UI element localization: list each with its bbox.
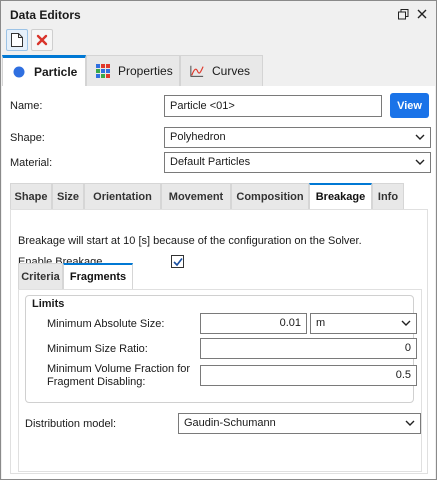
view-button[interactable]: View: [390, 93, 429, 118]
unit-select-value: m: [316, 317, 326, 329]
delete-x-icon: [36, 34, 48, 46]
chevron-down-icon: [415, 134, 425, 140]
tab-curves-label: Curves: [212, 64, 251, 78]
min-size-ratio-input[interactable]: 0: [200, 338, 417, 359]
checkmark-icon: [172, 257, 183, 266]
particle-dot-icon: [12, 65, 26, 79]
shape-select[interactable]: Polyhedron: [164, 127, 431, 148]
delete-button[interactable]: [31, 29, 53, 51]
tab-size[interactable]: Size: [52, 183, 84, 209]
chevron-down-icon: [401, 320, 411, 326]
particle-panel: Name: Particle <01> View Shape: Polyhedr…: [2, 86, 435, 479]
new-document-icon: [11, 33, 23, 47]
limits-title: Limits: [32, 298, 65, 310]
window-title: Data Editors: [10, 8, 81, 22]
min-abs-size-unit-select[interactable]: m: [310, 313, 417, 334]
curve-chart-icon: [190, 64, 204, 78]
shape-select-value: Polyhedron: [170, 131, 226, 143]
restore-icon[interactable]: [396, 7, 410, 21]
tab-orientation[interactable]: Orientation: [84, 183, 161, 209]
min-size-ratio-label: Minimum Size Ratio:: [47, 343, 148, 355]
tab-properties[interactable]: Properties: [86, 55, 180, 86]
toolbar: [1, 29, 436, 53]
tab-fragments[interactable]: Fragments: [63, 263, 133, 289]
min-vol-frac-label-line1: Minimum Volume Fraction for: [47, 363, 191, 375]
tab-movement[interactable]: Movement: [161, 183, 231, 209]
limits-group: Limits Minimum Absolute Size: 0.01 m Min…: [25, 295, 417, 403]
tab-particle-label: Particle: [34, 65, 78, 79]
material-label: Material:: [10, 157, 53, 169]
distribution-model-value: Gaudin-Schumann: [184, 417, 276, 429]
close-icon[interactable]: [415, 7, 429, 21]
fragments-panel: Limits Minimum Absolute Size: 0.01 m Min…: [18, 289, 422, 472]
tab-properties-label: Properties: [118, 64, 173, 78]
breakage-panel: Breakage will start at 10 [s] because of…: [10, 209, 428, 474]
data-editors-window: Data Editors Particle Properties Curves …: [0, 0, 437, 480]
min-vol-frac-input[interactable]: 0.5: [200, 365, 417, 386]
tab-info[interactable]: Info: [372, 183, 404, 209]
tab-criteria[interactable]: Criteria: [18, 263, 63, 289]
material-select[interactable]: Default Particles: [164, 152, 431, 173]
tab-breakage[interactable]: Breakage: [309, 183, 372, 209]
enable-breakage-checkbox[interactable]: [171, 255, 184, 268]
chevron-down-icon: [405, 420, 415, 426]
name-input[interactable]: Particle <01>: [164, 95, 382, 117]
distribution-model-select[interactable]: Gaudin-Schumann: [178, 413, 421, 434]
min-abs-size-label: Minimum Absolute Size:: [47, 318, 165, 330]
min-vol-frac-label-line2: Fragment Disabling:: [47, 376, 146, 388]
tab-shape[interactable]: Shape: [10, 183, 52, 209]
breakage-info-text: Breakage will start at 10 [s] because of…: [18, 235, 362, 247]
material-select-value: Default Particles: [170, 156, 251, 168]
tab-curves[interactable]: Curves: [180, 55, 263, 86]
shape-label: Shape:: [10, 132, 45, 144]
name-label: Name:: [10, 100, 43, 112]
new-document-button[interactable]: [6, 29, 28, 51]
tab-composition[interactable]: Composition: [231, 183, 309, 209]
min-abs-size-input[interactable]: 0.01: [200, 313, 307, 334]
grid-properties-icon: [96, 64, 110, 78]
tab-particle[interactable]: Particle: [2, 55, 86, 86]
chevron-down-icon: [415, 159, 425, 165]
distribution-model-label: Distribution model:: [25, 418, 117, 430]
title-bar: Data Editors: [1, 1, 436, 29]
